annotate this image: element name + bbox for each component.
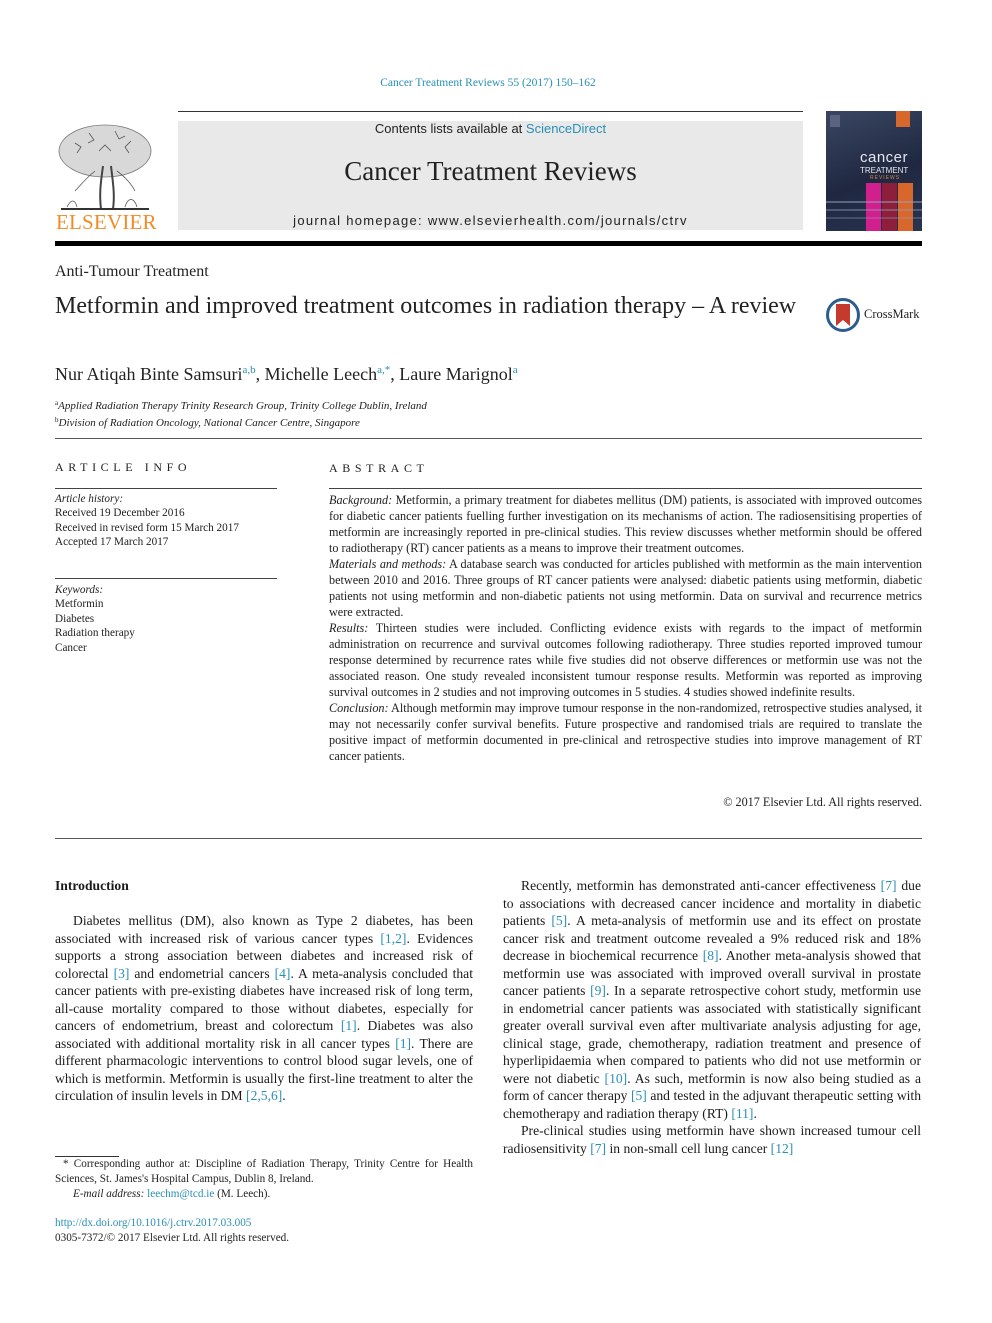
email-label: E-mail address: xyxy=(73,1188,148,1200)
header-divider xyxy=(55,241,922,246)
body-paragraph: Pre-clinical studies using metformin hav… xyxy=(503,1123,921,1156)
citation-link[interactable]: [5] xyxy=(631,1088,647,1103)
abstract-section-text: Thirteen studies were included. Conflict… xyxy=(329,621,923,699)
abstract-section-text: Although metformin may improve tumour re… xyxy=(329,701,923,763)
citation-link[interactable]: [12] xyxy=(771,1141,794,1156)
article-title: Metformin and improved treatment outcome… xyxy=(55,293,797,319)
abstract-section-label: Conclusion: xyxy=(329,701,389,715)
email-link[interactable]: leechm@tcd.ie xyxy=(147,1188,214,1200)
author-name[interactable]: Nur Atiqah Binte Samsuri xyxy=(55,364,243,384)
doi-block: http://dx.doi.org/10.1016/j.ctrv.2017.03… xyxy=(55,1216,289,1246)
cover-title: cancer xyxy=(860,149,909,166)
affiliation-text: Division of Radiation Oncology, National… xyxy=(58,417,360,429)
cover-stripe-crimson xyxy=(882,183,897,231)
cover-stripe-orange xyxy=(898,183,913,231)
contents-line: Contents lists available at ScienceDirec… xyxy=(178,121,803,136)
history-item: Accepted 17 March 2017 xyxy=(55,536,169,549)
section-label: Anti-Tumour Treatment xyxy=(55,263,209,280)
journal-citation-link[interactable]: Cancer Treatment Reviews 55 (2017) 150–1… xyxy=(0,77,976,89)
sciencedirect-link[interactable]: ScienceDirect xyxy=(526,121,606,136)
crossmark-icon xyxy=(826,298,860,332)
body-paragraph: Recently, metformin has demonstrated ant… xyxy=(503,878,921,1121)
contents-prefix: Contents lists available at xyxy=(374,121,526,136)
cover-subtitle: TREATMENT xyxy=(860,166,909,175)
author-name[interactable]: Michelle Leech xyxy=(265,364,377,384)
doi-link[interactable]: http://dx.doi.org/10.1016/j.ctrv.2017.03… xyxy=(55,1216,289,1231)
affiliation-item: bDivision of Radiation Oncology, Nationa… xyxy=(55,413,427,430)
cover-subtitle-2: REVIEWS xyxy=(870,175,901,181)
journal-cover-image[interactable]: cancer TREATMENT REVIEWS xyxy=(826,111,922,231)
keyword-item: Radiation therapy xyxy=(55,627,135,640)
citation-link[interactable]: [7] xyxy=(590,1141,606,1156)
divider xyxy=(55,838,922,839)
history-item: Received 19 December 2016 xyxy=(55,507,185,520)
divider xyxy=(55,488,277,489)
cover-line xyxy=(826,201,922,203)
abstract-section-label: Background: xyxy=(329,493,393,507)
divider xyxy=(55,438,922,439)
citation-link[interactable]: [11] xyxy=(731,1106,753,1121)
cover-line xyxy=(826,209,922,211)
email-suffix: (M. Leech). xyxy=(214,1188,271,1200)
divider xyxy=(178,111,803,112)
affiliation-text: Applied Radiation Therapy Trinity Resear… xyxy=(58,400,427,412)
author-name[interactable]: Laure Marignol xyxy=(399,364,512,384)
email-line: E-mail address: leechm@tcd.ie (M. Leech)… xyxy=(55,1187,473,1202)
footnote: * Corresponding author at: Discipline of… xyxy=(55,1157,473,1202)
citation-link[interactable]: [1] xyxy=(341,1018,357,1033)
citation-link[interactable]: [7] xyxy=(881,878,897,893)
abstract-body: Background: Metformin, a primary treatme… xyxy=(329,492,922,764)
crossmark-label: CrossMark xyxy=(864,307,920,321)
abstract-results: Results: Thirteen studies were included.… xyxy=(329,620,922,700)
abstract-section-label: Results: xyxy=(329,621,369,635)
citation-link[interactable]: [8] xyxy=(703,948,719,963)
citation-link[interactable]: [4] xyxy=(275,966,291,981)
abstract-copyright: © 2017 Elsevier Ltd. All rights reserved… xyxy=(723,795,922,809)
citation-link[interactable]: [10] xyxy=(605,1071,628,1086)
keyword-item: Cancer xyxy=(55,641,87,654)
crossmark-button[interactable]: CrossMark xyxy=(826,298,926,332)
abstract-methods: Materials and methods: A database search… xyxy=(329,556,922,620)
section-heading-introduction: Introduction xyxy=(55,878,129,893)
elsevier-mini-logo-icon xyxy=(830,115,840,127)
cover-accent-block xyxy=(896,111,910,127)
abstract-section-label: Materials and methods: xyxy=(329,557,447,571)
article-history: Article history: Received 19 December 20… xyxy=(55,492,239,550)
keyword-item: Diabetes xyxy=(55,612,95,625)
issn-line: 0305-7372/© 2017 Elsevier Ltd. All right… xyxy=(55,1232,290,1244)
body-paragraph: Diabetes mellitus (DM), also known as Ty… xyxy=(55,913,473,1103)
article-info-heading: ARTICLE INFO xyxy=(55,460,192,474)
citation-link[interactable]: [1] xyxy=(395,1036,411,1051)
author-affiliation-sup[interactable]: a,* xyxy=(377,364,390,376)
abstract-section-text: Metformin, a primary treatment for diabe… xyxy=(329,493,922,555)
author-affiliation-sup[interactable]: a xyxy=(513,364,518,376)
citation-link[interactable]: [1,2] xyxy=(380,931,406,946)
abstract-heading: ABSTRACT xyxy=(329,461,429,475)
journal-name: Cancer Treatment Reviews xyxy=(344,156,637,186)
keywords: Keywords: Metformin Diabetes Radiation t… xyxy=(55,583,135,655)
author-affiliation-sup[interactable]: a,b xyxy=(243,364,256,376)
affiliations: aApplied Radiation Therapy Trinity Resea… xyxy=(55,396,427,430)
cover-line xyxy=(826,217,922,219)
body-column-right: Recently, metformin has demonstrated ant… xyxy=(503,877,921,1157)
history-item: Received in revised form 15 March 2017 xyxy=(55,521,239,534)
divider xyxy=(55,578,277,579)
keyword-item: Metformin xyxy=(55,598,104,611)
keywords-label: Keywords: xyxy=(55,584,104,596)
elsevier-wordmark: ELSEVIER xyxy=(56,210,157,234)
journal-homepage[interactable]: journal homepage: www.elsevierhealth.com… xyxy=(178,213,803,228)
abstract-conclusion: Conclusion: Although metformin may impro… xyxy=(329,700,922,764)
citation-link[interactable]: [3] xyxy=(114,966,130,981)
corresponding-author-note: * Corresponding author at: Discipline of… xyxy=(55,1158,473,1185)
citation-link[interactable]: [2,5,6] xyxy=(246,1088,282,1103)
cover-stripe-magenta xyxy=(866,183,881,231)
history-label: Article history: xyxy=(55,493,124,505)
affiliation-item: aApplied Radiation Therapy Trinity Resea… xyxy=(55,396,427,413)
body-column-left: Diabetes mellitus (DM), also known as Ty… xyxy=(55,912,473,1105)
author-list: Nur Atiqah Binte Samsuria,b, Michelle Le… xyxy=(55,364,518,384)
divider xyxy=(329,488,922,489)
abstract-background: Background: Metformin, a primary treatme… xyxy=(329,492,922,556)
citation-link[interactable]: [5] xyxy=(551,913,567,928)
citation-link[interactable]: [9] xyxy=(590,983,606,998)
